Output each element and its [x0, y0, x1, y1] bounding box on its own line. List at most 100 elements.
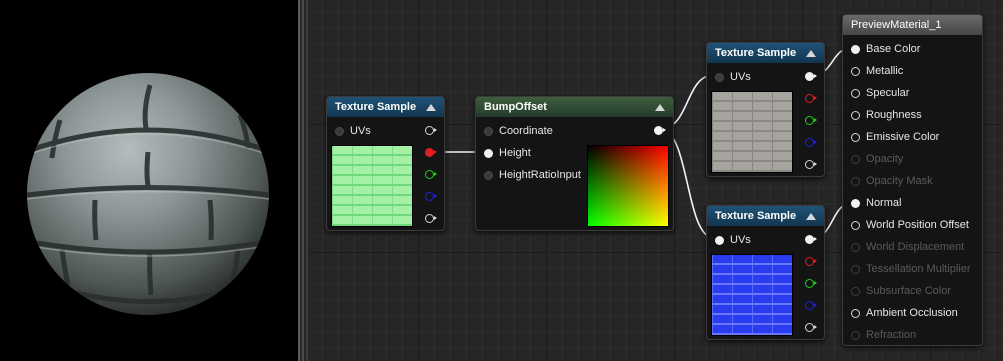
pin-label: Emissive Color	[866, 131, 940, 143]
pin-icon	[851, 88, 860, 98]
pin-icon	[484, 170, 493, 180]
pin-label: Coordinate	[499, 125, 553, 137]
preview-sphere	[27, 73, 269, 315]
node-title: Texture Sample	[335, 101, 417, 113]
base-color-input-pin[interactable]: Base Color	[851, 43, 920, 55]
pin-icon	[851, 110, 860, 120]
green-output-pin[interactable]	[425, 170, 437, 179]
emissive-color-input-pin[interactable]: Emissive Color	[851, 131, 939, 143]
ambient-occlusion-input-pin[interactable]: Ambient Occlusion	[851, 307, 958, 319]
texture-thumbnail	[711, 254, 793, 336]
pin-icon	[851, 176, 860, 186]
pin-label: Tessellation Multiplier	[866, 263, 971, 275]
panel-splitter[interactable]	[298, 0, 308, 361]
pin-icon	[851, 154, 860, 164]
pin-icon	[851, 66, 860, 76]
opacity-mask-input-pin: Opacity Mask	[851, 175, 933, 187]
collapse-icon[interactable]	[655, 103, 665, 111]
uvs-input-pin[interactable]: UVs	[715, 71, 751, 83]
pin-icon	[851, 44, 860, 54]
node-header[interactable]: Texture Sample	[327, 97, 444, 117]
bump-offset-node[interactable]: BumpOffset Coordinate Height HeightRatio…	[475, 96, 674, 231]
height-input-pin[interactable]: Height	[484, 147, 531, 159]
pin-icon	[715, 235, 724, 245]
red-output-pin[interactable]	[425, 148, 437, 157]
pin-icon	[851, 264, 860, 274]
texture-sample-node-2[interactable]: Texture Sample UVs	[706, 42, 825, 177]
specular-input-pin[interactable]: Specular	[851, 87, 909, 99]
pin-icon	[335, 126, 344, 136]
pin-icon	[484, 148, 493, 158]
node-title: BumpOffset	[484, 101, 547, 113]
blue-output-pin[interactable]	[425, 192, 437, 201]
collapse-icon[interactable]	[806, 212, 816, 220]
texture-sample-node-1[interactable]: Texture Sample UVs	[326, 96, 445, 231]
pin-icon	[851, 220, 860, 230]
alpha-output-pin[interactable]	[425, 214, 437, 223]
node-title: PreviewMaterial_1	[851, 19, 942, 31]
red-output-pin[interactable]	[805, 94, 817, 103]
pin-icon	[484, 126, 493, 136]
roughness-input-pin[interactable]: Roughness	[851, 109, 922, 121]
green-output-pin[interactable]	[805, 116, 817, 125]
pin-icon	[715, 72, 724, 82]
metallic-input-pin[interactable]: Metallic	[851, 65, 903, 77]
pin-label: Ambient Occlusion	[866, 307, 958, 319]
pin-label: Metallic	[866, 65, 904, 77]
node-header[interactable]: Texture Sample	[707, 43, 824, 63]
pin-icon	[851, 308, 860, 318]
green-output-pin[interactable]	[805, 279, 817, 288]
pin-label: Roughness	[866, 109, 922, 121]
subsurface-color-input-pin: Subsurface Color	[851, 285, 951, 297]
pin-label: UVs	[350, 125, 371, 137]
pin-label: UVs	[730, 234, 751, 246]
material-preview-viewport[interactable]	[0, 0, 298, 361]
node-header[interactable]: Texture Sample	[707, 206, 824, 226]
normal-input-pin[interactable]: Normal	[851, 197, 901, 209]
node-title: Texture Sample	[715, 210, 797, 222]
uvs-input-pin[interactable]: UVs	[335, 125, 371, 137]
pin-label: Height	[499, 147, 531, 159]
alpha-output-pin[interactable]	[805, 323, 817, 332]
pin-label: Base Color	[866, 43, 921, 55]
collapse-icon[interactable]	[806, 49, 816, 57]
texture-thumbnail	[711, 91, 793, 173]
texture-thumbnail	[331, 145, 413, 227]
texture-sample-node-3[interactable]: Texture Sample UVs	[706, 205, 825, 340]
world-position-offset-input-pin[interactable]: World Position Offset	[851, 219, 969, 231]
pin-icon	[851, 286, 860, 296]
uvs-input-pin[interactable]: UVs	[715, 234, 751, 246]
height-ratio-input-pin[interactable]: HeightRatioInput	[484, 169, 581, 181]
opacity-input-pin: Opacity	[851, 153, 903, 165]
blue-output-pin[interactable]	[805, 301, 817, 310]
pin-label: World Displacement	[866, 241, 965, 253]
pin-label: UVs	[730, 71, 751, 83]
collapse-icon[interactable]	[426, 103, 436, 111]
rgb-output-pin[interactable]	[425, 126, 437, 135]
pin-label: World Position Offset	[866, 219, 969, 231]
bump-offset-preview-thumbnail	[587, 145, 669, 227]
pin-label: Specular	[866, 87, 910, 99]
blue-output-pin[interactable]	[805, 138, 817, 147]
pin-label: Refraction	[866, 329, 917, 341]
red-output-pin[interactable]	[805, 257, 817, 266]
pin-label: HeightRatioInput	[499, 169, 581, 181]
world-displacement-input-pin: World Displacement	[851, 241, 964, 253]
pin-icon	[851, 330, 860, 340]
node-header[interactable]: PreviewMaterial_1	[843, 15, 982, 35]
material-result-node[interactable]: PreviewMaterial_1 Base Color Metallic Sp…	[842, 14, 983, 346]
pin-label: Opacity Mask	[866, 175, 933, 187]
pin-icon	[851, 132, 860, 142]
refraction-input-pin: Refraction	[851, 329, 916, 341]
node-title: Texture Sample	[715, 47, 797, 59]
rgb-output-pin[interactable]	[805, 235, 817, 244]
pin-icon	[851, 242, 860, 252]
alpha-output-pin[interactable]	[805, 160, 817, 169]
node-header[interactable]: BumpOffset	[476, 97, 673, 117]
coordinate-input-pin[interactable]: Coordinate	[484, 125, 553, 137]
result-output-pin[interactable]	[654, 126, 666, 135]
pin-icon	[851, 198, 860, 208]
pin-label: Subsurface Color	[866, 285, 951, 297]
pin-label: Normal	[866, 197, 902, 209]
rgb-output-pin[interactable]	[805, 72, 817, 81]
